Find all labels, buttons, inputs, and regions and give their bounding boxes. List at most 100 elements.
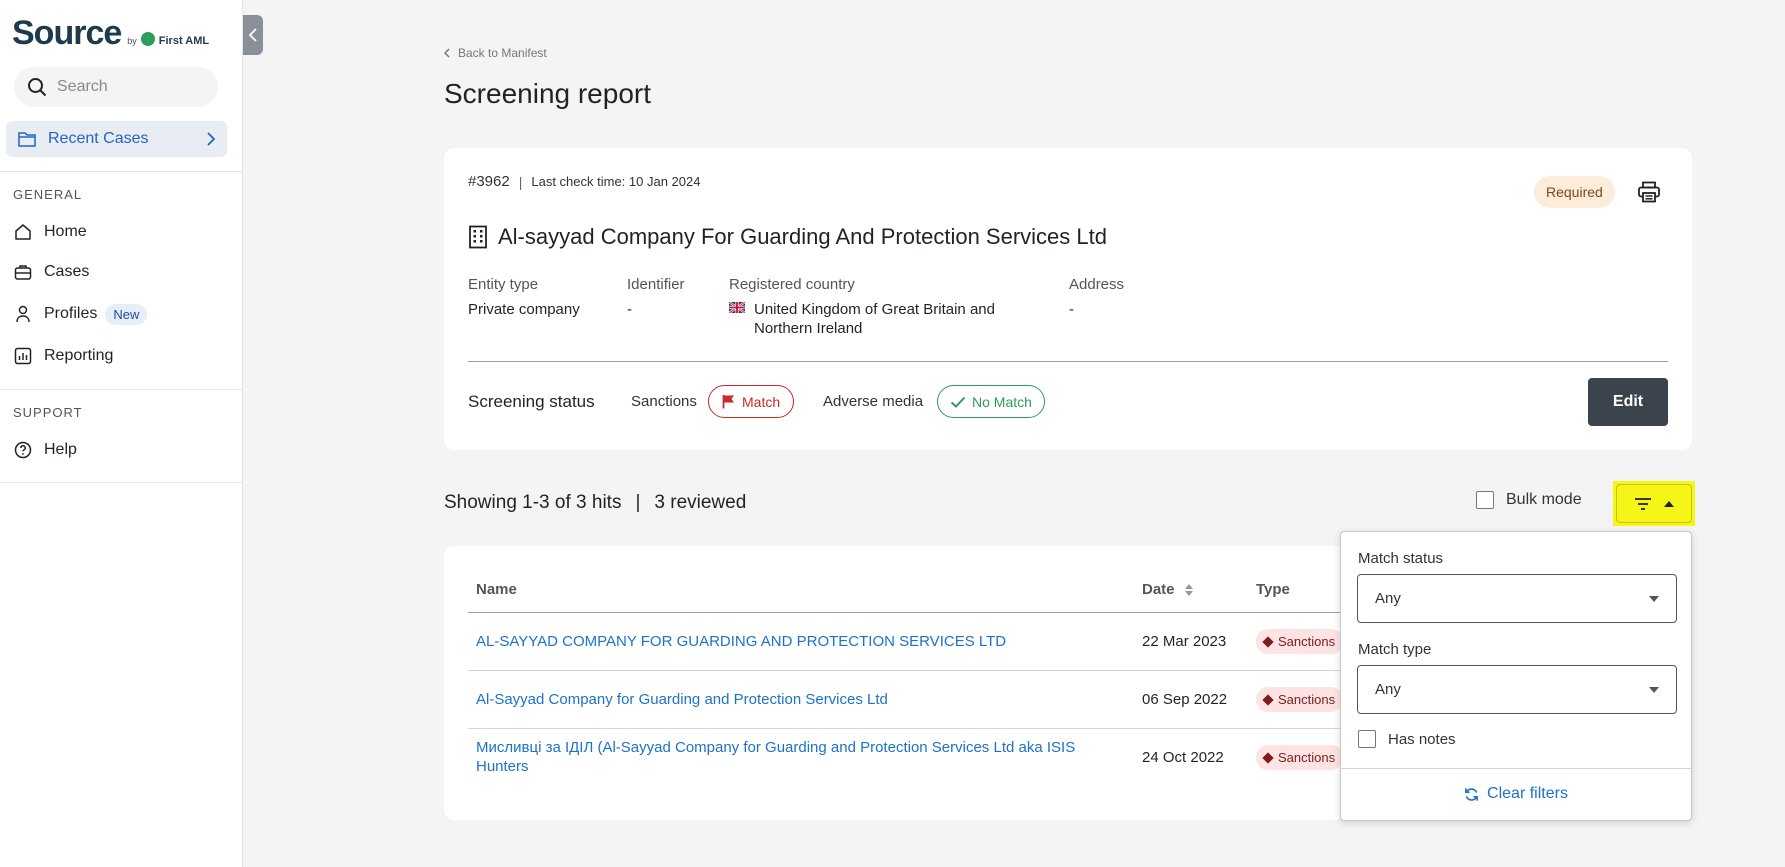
sidebar-collapse-button[interactable] (243, 15, 263, 55)
sidebar-item-help[interactable]: Help (14, 436, 77, 464)
has-notes-option[interactable]: Has notes (1358, 730, 1456, 748)
sanctions-type-tag: Sanctions (1256, 686, 1344, 712)
search-input[interactable] (57, 78, 207, 96)
registered-country-value: United Kingdom of Great Britain and Nort… (729, 300, 995, 338)
recent-cases-button[interactable]: Recent Cases (6, 121, 227, 157)
print-icon[interactable] (1637, 180, 1661, 204)
filter-icon (1635, 497, 1651, 510)
clear-filters-button[interactable]: Clear filters (1341, 768, 1691, 820)
chevron-left-icon (444, 48, 450, 58)
brand-by: by (127, 36, 137, 46)
hit-name-link[interactable]: Мисливці за ІДІЛ (Al-Sayyad Company for … (476, 739, 1075, 775)
column-header-date[interactable]: Date (1142, 568, 1256, 613)
filter-button-inner (1616, 484, 1692, 523)
hits-summary: Showing 1-3 of 3 hits | 3 reviewed (444, 492, 746, 514)
brand-logo[interactable]: Source by First AML (12, 14, 209, 53)
hit-name-link[interactable]: Al-Sayyad Company for Guarding and Prote… (476, 691, 888, 708)
filter-popover: Match status Any Match type Any Has note… (1340, 531, 1692, 821)
edit-button[interactable]: Edit (1588, 378, 1668, 426)
sanctions-match-badge: Match (708, 385, 795, 418)
section-label-support: SUPPORT (13, 405, 83, 420)
screening-status-label: Screening status (468, 392, 595, 411)
match-status-label: Match status (1358, 550, 1444, 567)
entity-type-field: Entity type Private company (468, 276, 580, 319)
hit-date: 24 Oct 2022 (1142, 748, 1224, 766)
has-notes-label: Has notes (1388, 730, 1456, 748)
sort-icon[interactable] (1184, 583, 1193, 597)
hit-date: 22 Mar 2023 (1142, 612, 1256, 671)
country-line-1: United Kingdom of Great Britain and (754, 301, 995, 318)
type-label: Sanctions (1278, 749, 1336, 765)
hit-name-link[interactable]: AL-SAYYAD COMPANY FOR GUARDING AND PROTE… (476, 633, 1006, 650)
address-field: Address - (1069, 276, 1124, 319)
required-status-badge: Required (1534, 176, 1615, 208)
entity-name-heading: Al-sayyad Company For Guarding And Prote… (468, 224, 1107, 250)
caret-down-icon (1649, 595, 1659, 602)
filter-button[interactable] (1613, 481, 1695, 526)
help-icon (14, 441, 32, 459)
sidebar-item-reporting[interactable]: Reporting (14, 342, 113, 370)
entity-type-value: Private company (468, 301, 580, 318)
sidebar-item-home[interactable]: Home (14, 218, 87, 246)
sidebar-item-cases[interactable]: Cases (14, 258, 89, 286)
hit-name-line-2: Hunters (476, 758, 529, 776)
home-icon (15, 224, 31, 240)
back-to-manifest-link[interactable]: Back to Manifest (444, 46, 547, 60)
address-label: Address (1069, 276, 1125, 293)
check-icon (950, 396, 966, 408)
adverse-media-status-text: No Match (972, 393, 1032, 410)
sidebar: Source by First AML Recent Cases GENERAL… (0, 0, 243, 867)
brand-sub: First AML (158, 35, 210, 47)
diamond-icon (1262, 693, 1274, 706)
table-row[interactable]: AL-SAYYAD COMPANY FOR GUARDING AND PROTE… (468, 612, 1344, 671)
hit-name-line-1: Мисливці за ІДІЛ (Al-Sayyad Company for … (476, 739, 1076, 757)
chevron-left-icon (249, 28, 257, 42)
bulk-mode-checkbox[interactable] (1476, 491, 1494, 509)
table-row[interactable]: Al-Sayyad Company for Guarding and Prote… (468, 670, 1344, 729)
new-badge: New (105, 303, 148, 325)
bulk-mode-label: Bulk mode (1506, 491, 1582, 508)
refresh-icon (1465, 787, 1478, 801)
building-icon (469, 225, 487, 249)
registered-country-label: Registered country (729, 276, 855, 293)
identifier-field: Identifier - (627, 276, 685, 319)
table-row[interactable]: Мисливці за ІДІЛ (Al-Sayyad Company for … (468, 728, 1344, 786)
sidebar-item-label: Home (44, 223, 87, 240)
sidebar-item-label: Help (44, 441, 77, 458)
diamond-icon (1262, 752, 1274, 764)
match-type-select[interactable]: Any (1357, 665, 1677, 714)
sidebar-item-profiles[interactable]: Profiles New (14, 300, 148, 328)
country-line-2: Northern Ireland (754, 320, 863, 337)
sidebar-divider (0, 389, 243, 390)
sidebar-item-label: Reporting (44, 347, 114, 364)
entity-type-label: Entity type (468, 276, 539, 293)
uk-flag-icon (729, 302, 745, 313)
case-separator: | (518, 173, 523, 190)
hits-table: Name Date Type AL-SAYYAD COMPANY FOR GUA… (468, 568, 1344, 786)
page-title: Screening report (444, 78, 652, 109)
entity-name: Al-sayyad Company For Guarding And Prote… (498, 224, 1107, 249)
column-header-type: Type (1256, 568, 1344, 613)
column-header-name: Name (468, 568, 1142, 613)
folder-icon (18, 132, 36, 147)
back-link-label: Back to Manifest (458, 46, 547, 60)
match-type-value: Any (1375, 681, 1401, 698)
case-id: #3962 (468, 173, 510, 190)
has-notes-checkbox[interactable] (1358, 730, 1376, 748)
case-info: #3962 | Last check time: 10 Jan 2024 (468, 173, 700, 190)
brand-name: Source (12, 14, 122, 52)
hits-count: Showing 1-3 of 3 hits (444, 492, 622, 513)
sanctions-label: Sanctions (631, 393, 697, 410)
registered-country-field: Registered country United Kingdom of Gre… (729, 276, 995, 338)
address-value: - (1069, 301, 1074, 318)
first-aml-logo-icon (140, 32, 155, 46)
column-header-date-label: Date (1142, 581, 1175, 599)
bulk-mode-toggle[interactable]: Bulk mode (1476, 491, 1582, 509)
clear-filters-label: Clear filters (1487, 785, 1568, 802)
card-divider (468, 361, 1668, 362)
search-box[interactable] (14, 67, 218, 107)
identifier-label: Identifier (627, 276, 685, 293)
match-status-select[interactable]: Any (1357, 574, 1677, 623)
caret-down-icon (1649, 686, 1659, 693)
hits-separator: | (635, 492, 641, 513)
